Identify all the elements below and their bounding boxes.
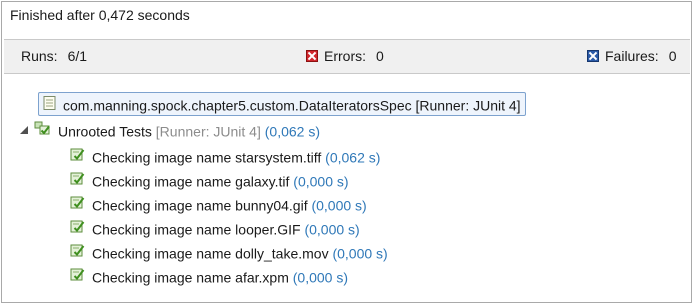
runs-counter: Runs: 6/1	[21, 48, 87, 64]
tree-row-test[interactable]: Checking image name starsystem.tiff (0,0…	[70, 145, 380, 167]
tree-row-test[interactable]: Checking image name bunny04.gif (0,000 s…	[70, 193, 367, 215]
errors-label: Errors:	[324, 48, 366, 64]
test-name: Checking image name galaxy.tif	[92, 173, 290, 190]
failure-icon	[587, 50, 599, 62]
test-suite-icon	[43, 94, 57, 116]
test-name: Checking image name starsystem.tiff	[92, 149, 322, 166]
runs-label: Runs:	[21, 48, 58, 64]
status-text: Finished after 0,472 seconds	[10, 7, 190, 23]
tree-row-spec[interactable]: com.manning.spock.chapter5.custom.DataIt…	[38, 92, 526, 116]
test-passed-icon	[70, 242, 86, 264]
expand-toggle-icon[interactable]	[20, 126, 28, 135]
test-time: (0,062 s)	[325, 149, 381, 166]
test-suite-passed-icon	[34, 120, 52, 142]
counters-bar: Runs: 6/1 Errors: 0 Failures: 0	[4, 39, 690, 74]
tree-row-test[interactable]: Checking image name afar.xpm (0,000 s)	[70, 265, 348, 287]
failures-label: Failures:	[605, 48, 659, 64]
tree-row-test[interactable]: Checking image name galaxy.tif (0,000 s)	[70, 169, 349, 191]
spec-runner: [Runner: JUnit 4]	[415, 97, 521, 114]
errors-value: 0	[376, 48, 384, 64]
test-time: (0,000 s)	[293, 173, 349, 190]
test-passed-icon	[70, 266, 86, 288]
tree-row-test[interactable]: Checking image name looper.GIF (0,000 s)	[70, 217, 360, 239]
test-time: (0,000 s)	[311, 197, 367, 214]
test-name: Checking image name afar.xpm	[92, 269, 289, 286]
error-icon	[306, 50, 318, 62]
tree-row-test[interactable]: Checking image name dolly_take.mov (0,00…	[70, 241, 388, 263]
test-name: Checking image name bunny04.gif	[92, 197, 308, 214]
unrooted-name: Unrooted Tests	[58, 123, 152, 140]
test-name: Checking image name dolly_take.mov	[92, 245, 329, 262]
test-passed-icon	[70, 146, 86, 168]
test-time: (0,000 s)	[332, 245, 388, 262]
test-name: Checking image name looper.GIF	[92, 221, 301, 238]
unrooted-runner: [Runner: JUnit 4]	[155, 123, 261, 140]
failures-counter: Failures: 0	[587, 48, 676, 64]
test-time: (0,000 s)	[304, 221, 360, 238]
test-passed-icon	[70, 194, 86, 216]
errors-counter: Errors: 0	[306, 48, 384, 64]
tree-row-unrooted[interactable]: Unrooted Tests [Runner: JUnit 4] (0,062 …	[20, 119, 320, 141]
spec-name: com.manning.spock.chapter5.custom.DataIt…	[63, 97, 412, 114]
failures-value: 0	[668, 48, 677, 64]
test-time: (0,000 s)	[292, 269, 349, 286]
junit-view: Finished after 0,472 seconds Runs: 6/1 Er…	[1, 1, 692, 303]
test-passed-icon	[70, 170, 86, 192]
unrooted-time: (0,062 s)	[264, 123, 320, 140]
test-passed-icon	[70, 218, 86, 240]
runs-value: 6/1	[67, 48, 88, 64]
